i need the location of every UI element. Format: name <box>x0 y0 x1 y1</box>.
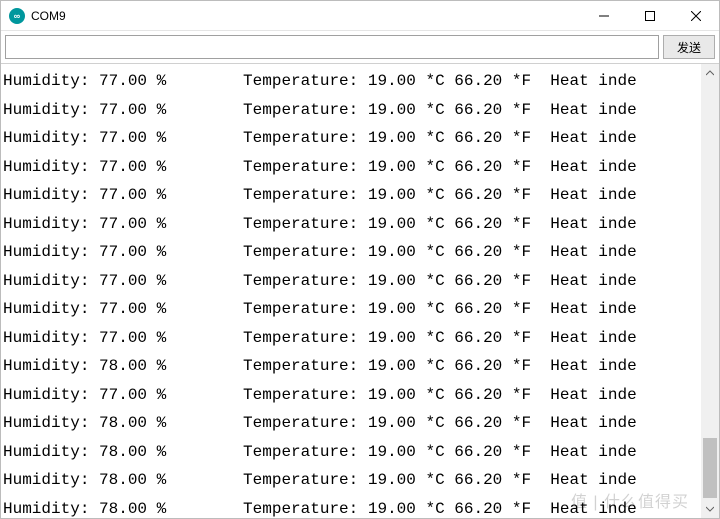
maximize-button[interactable] <box>627 1 673 30</box>
send-button[interactable]: 发送 <box>663 35 715 59</box>
close-button[interactable] <box>673 1 719 30</box>
scrollbar-track[interactable] <box>701 82 719 500</box>
scrollbar-thumb[interactable] <box>703 438 717 498</box>
title-bar: ∞ COM9 <box>1 1 719 31</box>
minimize-button[interactable] <box>581 1 627 30</box>
window-title: COM9 <box>31 9 66 23</box>
scroll-down-icon[interactable] <box>701 500 719 518</box>
command-input[interactable] <box>5 35 659 59</box>
scroll-up-icon[interactable] <box>701 64 719 82</box>
vertical-scrollbar[interactable] <box>701 64 719 518</box>
app-icon: ∞ <box>9 8 25 24</box>
command-bar: 发送 <box>1 31 719 63</box>
serial-output[interactable]: Humidity: 77.00 % Temperature: 19.00 *C … <box>1 64 701 518</box>
